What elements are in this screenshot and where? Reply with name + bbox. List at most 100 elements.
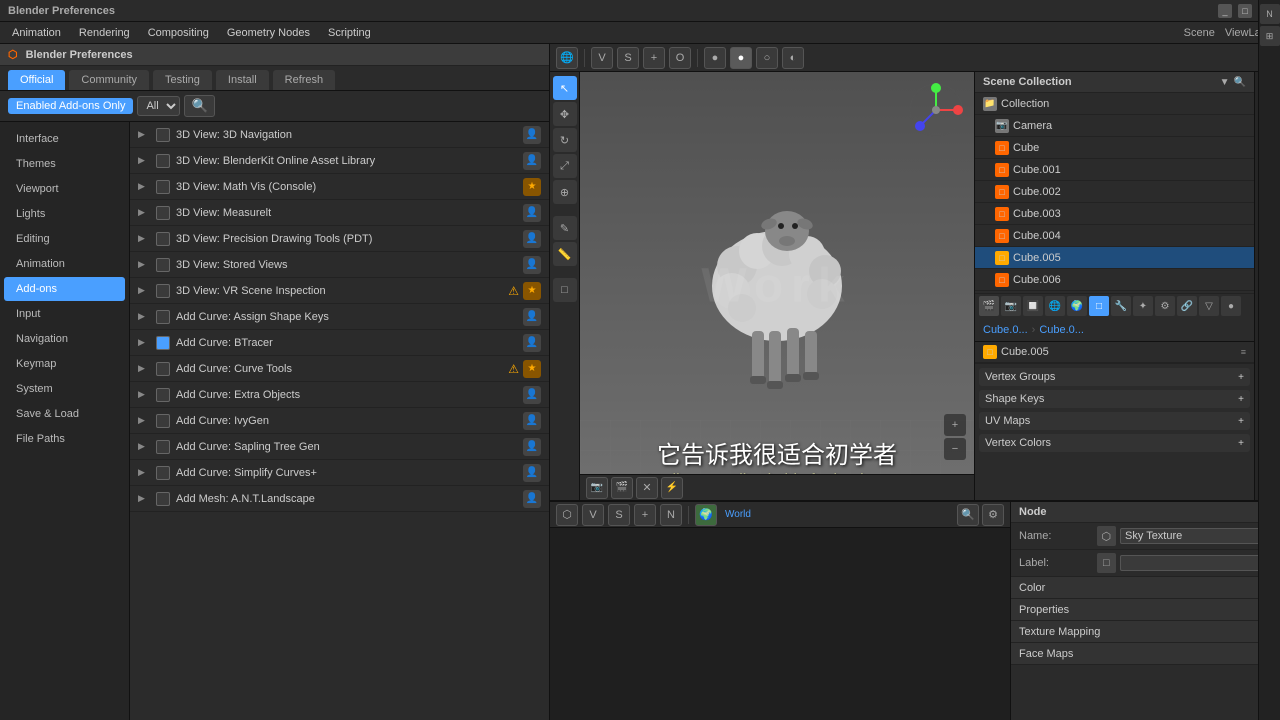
addon-checkbox[interactable]: [156, 284, 170, 298]
select-button[interactable]: S: [617, 47, 639, 69]
addon-special-icon[interactable]: ★: [523, 360, 541, 378]
node-settings-button[interactable]: ⚙: [982, 504, 1004, 526]
sidebar-item-system[interactable]: System: [4, 377, 125, 401]
viewport-close-button[interactable]: ✕: [636, 477, 658, 499]
menu-scripting[interactable]: Scripting: [320, 25, 379, 41]
node-editor-type-button[interactable]: ⬡: [556, 504, 578, 526]
addon-checkbox-checked[interactable]: [156, 336, 170, 350]
addon-arrow[interactable]: ▶: [138, 259, 150, 270]
node-zoom-button[interactable]: 🔍: [957, 504, 979, 526]
addon-arrow[interactable]: ▶: [138, 389, 150, 400]
addon-checkbox[interactable]: [156, 258, 170, 272]
addon-checkbox[interactable]: [156, 492, 170, 506]
zoom-out-button[interactable]: −: [944, 438, 966, 460]
menu-rendering[interactable]: Rendering: [71, 25, 138, 41]
zoom-in-button[interactable]: +: [944, 414, 966, 436]
view-button[interactable]: V: [591, 47, 613, 69]
addon-arrow[interactable]: ▶: [138, 233, 150, 244]
addon-checkbox[interactable]: [156, 362, 170, 376]
sidebar-item-save-load[interactable]: Save & Load: [4, 402, 125, 426]
node-name-input[interactable]: [1120, 528, 1272, 544]
addon-checkbox[interactable]: [156, 154, 170, 168]
tab-install[interactable]: Install: [216, 70, 269, 90]
addon-checkbox[interactable]: [156, 310, 170, 324]
maximize-button[interactable]: □: [1238, 4, 1252, 18]
addon-checkbox[interactable]: [156, 440, 170, 454]
tool-annotate[interactable]: ✎: [553, 216, 577, 240]
tool-rotate[interactable]: ↻: [553, 128, 577, 152]
material-props-button[interactable]: ●: [1221, 296, 1241, 316]
view-layer-props-button[interactable]: 🔲: [1023, 296, 1043, 316]
addon-checkbox[interactable]: [156, 388, 170, 402]
world-props-button[interactable]: 🌍: [1067, 296, 1087, 316]
tab-refresh[interactable]: Refresh: [273, 70, 336, 90]
outliner-item-cube004[interactable]: □ Cube.004: [975, 225, 1254, 247]
sidebar-item-animation[interactable]: Animation: [4, 252, 125, 276]
addon-arrow[interactable]: ▶: [138, 441, 150, 452]
viewport-shading-solid[interactable]: ●: [730, 47, 752, 69]
menu-compositing[interactable]: Compositing: [140, 25, 217, 41]
tool-move[interactable]: ✥: [553, 102, 577, 126]
addon-user-icon[interactable]: 👤: [523, 204, 541, 222]
data-props-button[interactable]: ▽: [1199, 296, 1219, 316]
addon-arrow[interactable]: ▶: [138, 493, 150, 504]
addon-user-icon[interactable]: 👤: [523, 464, 541, 482]
outliner-item-cube003[interactable]: □ Cube.003: [975, 203, 1254, 225]
addon-user-icon[interactable]: 👤: [523, 126, 541, 144]
breadcrumb-item1[interactable]: Cube.0...: [983, 324, 1028, 336]
node-view-button[interactable]: V: [582, 504, 604, 526]
render-preview-button[interactable]: 🎬: [611, 477, 633, 499]
viewport-shading-material[interactable]: ○: [756, 47, 778, 69]
addon-arrow[interactable]: ▶: [138, 285, 150, 296]
object-props-button[interactable]: □: [1089, 296, 1109, 316]
addon-arrow[interactable]: ▶: [138, 311, 150, 322]
object-button[interactable]: O: [669, 47, 691, 69]
node-menu-button[interactable]: N: [660, 504, 682, 526]
outliner-item-cube001[interactable]: □ Cube.001: [975, 159, 1254, 181]
mode-button[interactable]: ●: [704, 47, 726, 69]
addon-user-icon[interactable]: 👤: [523, 412, 541, 430]
particles-props-button[interactable]: ✦: [1133, 296, 1153, 316]
vertex-colors-header[interactable]: Vertex Colors +: [979, 434, 1250, 452]
modifier-props-button[interactable]: 🔧: [1111, 296, 1131, 316]
outliner-item-cube[interactable]: □ Cube: [975, 137, 1254, 159]
outliner-item-cube002[interactable]: □ Cube.002: [975, 181, 1254, 203]
transform-button[interactable]: ⚡: [661, 477, 683, 499]
tool-cursor[interactable]: ↖: [553, 76, 577, 100]
sidebar-item-interface[interactable]: Interface: [4, 127, 125, 151]
sidebar-item-keymap[interactable]: Keymap: [4, 352, 125, 376]
addon-arrow[interactable]: ▶: [138, 181, 150, 192]
addon-arrow[interactable]: ▶: [138, 415, 150, 426]
tool-sidebar-toggle[interactable]: ⊞: [1260, 26, 1280, 46]
addon-checkbox[interactable]: [156, 128, 170, 142]
addon-special-icon[interactable]: ★: [523, 282, 541, 300]
sidebar-item-navigation[interactable]: Navigation: [4, 327, 125, 351]
object-options-button[interactable]: ≡: [1241, 347, 1246, 357]
tool-n-button[interactable]: N: [1260, 4, 1280, 24]
addon-checkbox[interactable]: [156, 232, 170, 246]
tab-testing[interactable]: Testing: [153, 70, 212, 90]
uv-maps-header[interactable]: UV Maps +: [979, 412, 1250, 430]
addon-user-icon[interactable]: 👤: [523, 256, 541, 274]
addon-arrow[interactable]: ▶: [138, 363, 150, 374]
addon-user-icon[interactable]: 👤: [523, 152, 541, 170]
sidebar-item-viewport[interactable]: Viewport: [4, 177, 125, 201]
addon-arrow[interactable]: ▶: [138, 207, 150, 218]
add-button[interactable]: +: [643, 47, 665, 69]
node-select-button[interactable]: S: [608, 504, 630, 526]
render-props-button[interactable]: 🎬: [979, 296, 999, 316]
tool-scale[interactable]: ⤢: [553, 154, 577, 178]
tab-official[interactable]: Official: [8, 70, 65, 90]
sidebar-item-themes[interactable]: Themes: [4, 152, 125, 176]
minimize-button[interactable]: _: [1218, 4, 1232, 18]
node-add-button[interactable]: +: [634, 504, 656, 526]
sidebar-item-file-paths[interactable]: File Paths: [4, 427, 125, 451]
addon-checkbox[interactable]: [156, 180, 170, 194]
outliner-search-button[interactable]: 🔍: [1234, 77, 1246, 88]
addon-user-icon[interactable]: 👤: [523, 386, 541, 404]
outliner-filter-button[interactable]: ▼: [1220, 77, 1230, 88]
addon-arrow[interactable]: ▶: [138, 129, 150, 140]
tool-transform[interactable]: ⊕: [553, 180, 577, 204]
breadcrumb-item2[interactable]: Cube.0...: [1039, 324, 1084, 336]
addon-special-icon[interactable]: ★: [523, 178, 541, 196]
